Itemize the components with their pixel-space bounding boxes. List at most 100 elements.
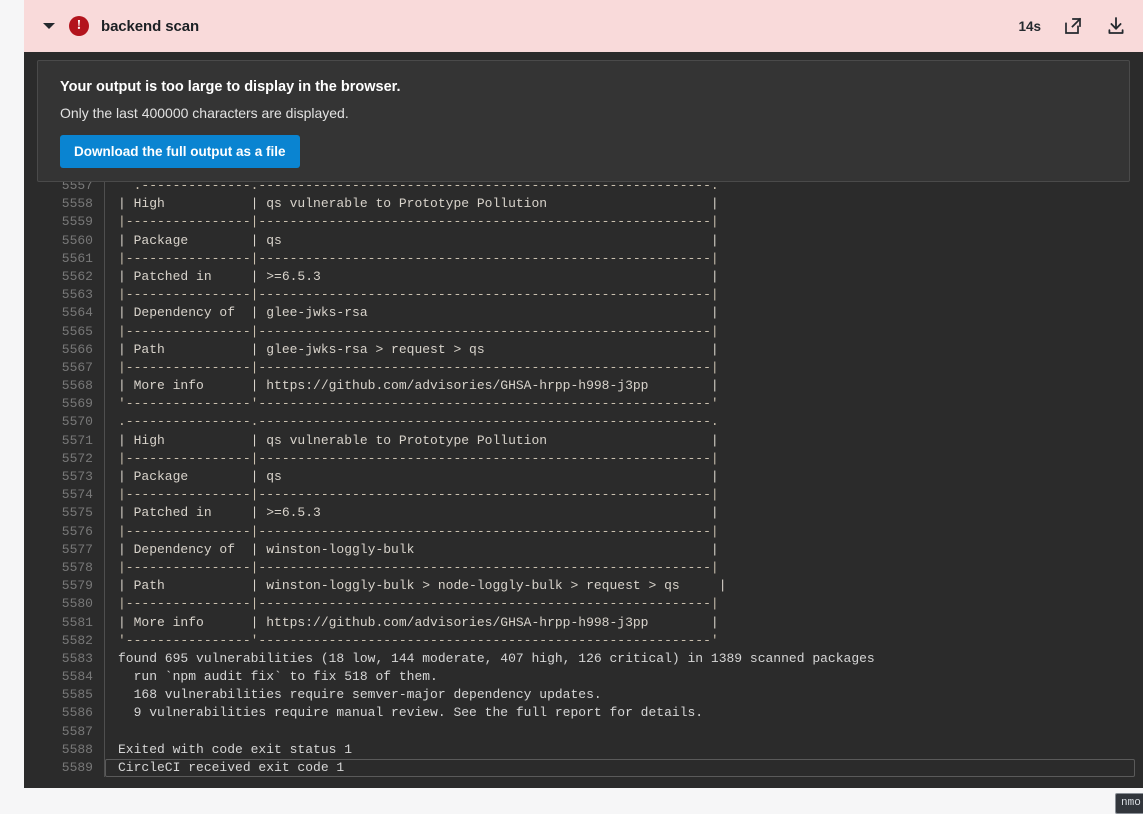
line-content: '----------------'----------------------… bbox=[118, 632, 719, 648]
line-number: 5576 bbox=[61, 523, 93, 539]
terminal-line: 5576 |----------------|------------------… bbox=[24, 522, 1143, 541]
terminal-line: 5567 |----------------|------------------… bbox=[24, 358, 1143, 378]
step-duration: 14s bbox=[1018, 18, 1041, 34]
status-tooltip: nmo bbox=[1115, 793, 1143, 814]
terminal-line: 5569 '----------------'------------------… bbox=[24, 395, 1143, 414]
line-number: 5562 bbox=[61, 268, 93, 284]
line-content: 168 vulnerabilities require semver-major… bbox=[118, 687, 602, 703]
line-number: 5571 bbox=[61, 432, 93, 448]
line-content: | Package | qs | bbox=[118, 232, 719, 248]
step-title: backend scan bbox=[101, 17, 200, 35]
line-number: 5564 bbox=[61, 305, 93, 321]
line-content: | Dependency of | glee-jwks-rsa | bbox=[118, 305, 719, 321]
terminal-line: 5586 9 vulnerabilities require manual re… bbox=[24, 704, 1143, 723]
download-full-output-button[interactable]: Download the full output as a file bbox=[60, 135, 300, 168]
terminal-line: 5571 | High | qs vulnerable to Prototype … bbox=[24, 431, 1143, 450]
line-number: 5589 bbox=[61, 760, 93, 775]
line-number: 5586 bbox=[61, 705, 93, 721]
line-number: 5575 bbox=[61, 505, 93, 521]
line-content: |----------------|----------------------… bbox=[118, 487, 719, 503]
terminal-line: 5577 | Dependency of | winston-loggly-bul… bbox=[24, 540, 1143, 559]
step-header-actions: 14s bbox=[1018, 15, 1127, 37]
terminal-line: 5580 |----------------|------------------… bbox=[24, 595, 1143, 614]
line-content: |----------------|----------------------… bbox=[118, 287, 719, 303]
line-number: 5579 bbox=[61, 578, 93, 594]
page-root: ! backend scan 14s Your output is too la… bbox=[0, 0, 1143, 814]
line-content: .--------------.------------------------… bbox=[118, 182, 719, 193]
terminal-line: 5559 |----------------|------------------… bbox=[24, 213, 1143, 232]
terminal-line: 5568 | More info | https://github.com/adv… bbox=[24, 377, 1143, 396]
line-content: Exited with code exit status 1 bbox=[118, 741, 353, 757]
line-number: 5581 bbox=[61, 614, 93, 630]
collapse-toggle-button[interactable] bbox=[38, 15, 60, 37]
terminal-line: 5584 run `npm audit fix` to fix 518 of t… bbox=[24, 668, 1143, 687]
line-content: |----------------|----------------------… bbox=[118, 323, 719, 339]
line-content: 9 vulnerabilities require manual review.… bbox=[118, 705, 704, 721]
terminal-line: 5560 | Package | qs | bbox=[24, 231, 1143, 250]
line-number: 5582 bbox=[61, 632, 93, 648]
line-number: 5580 bbox=[61, 596, 93, 612]
line-content: run `npm audit fix` to fix 518 of them. bbox=[118, 669, 438, 685]
terminal-line: 5587 bbox=[24, 722, 1143, 741]
line-number: 5587 bbox=[61, 723, 93, 739]
line-number: 5557 bbox=[61, 182, 93, 193]
terminal-line: 5565 |----------------|------------------… bbox=[24, 322, 1143, 341]
output-truncated-notice-area: Your output is too large to display in t… bbox=[24, 52, 1143, 182]
terminal-line: 5575 | Patched in | >=6.5.3 | bbox=[24, 504, 1143, 523]
line-number: 5558 bbox=[61, 196, 93, 212]
line-number: 5583 bbox=[61, 650, 93, 666]
terminal-line: 5572 |----------------|------------------… bbox=[24, 449, 1143, 468]
line-number: 5561 bbox=[61, 250, 93, 266]
line-content: | Dependency of | winston-loggly-bulk | bbox=[118, 541, 719, 557]
line-content: | Patched in | >=6.5.3 | bbox=[118, 505, 719, 521]
line-number: 5560 bbox=[61, 232, 93, 248]
chevron-down-icon bbox=[43, 23, 55, 29]
download-icon[interactable] bbox=[1105, 15, 1127, 37]
line-gutter-divider bbox=[104, 722, 105, 741]
line-content: | High | qs vulnerable to Prototype Poll… bbox=[118, 196, 719, 212]
notice-subtitle: Only the last 400000 characters are disp… bbox=[60, 105, 349, 121]
line-content: |----------------|----------------------… bbox=[118, 523, 719, 539]
terminal-line: 5557 .--------------.-------------------… bbox=[24, 182, 1143, 196]
terminal-line: 5566 | Path | glee-jwks-rsa > request > q… bbox=[24, 340, 1143, 359]
line-number: 5585 bbox=[61, 687, 93, 703]
terminal-line: 5579 | Path | winston-loggly-bulk > node-… bbox=[24, 577, 1143, 596]
line-content: |----------------|----------------------… bbox=[118, 250, 719, 266]
step-header[interactable]: ! backend scan 14s bbox=[24, 0, 1143, 52]
line-content: | High | qs vulnerable to Prototype Poll… bbox=[118, 432, 719, 448]
terminal-line: 5564 | Dependency of | glee-jwks-rsa | bbox=[24, 304, 1143, 323]
line-number: 5566 bbox=[61, 341, 93, 357]
notice-title: Your output is too large to display in t… bbox=[60, 79, 401, 95]
external-link-icon[interactable] bbox=[1062, 15, 1084, 37]
terminal-line: 5573 | Package | qs | bbox=[24, 468, 1143, 487]
terminal-line: 5578 |----------------|------------------… bbox=[24, 558, 1143, 578]
terminal-line: 5589 CircleCI received exit code 1 bbox=[24, 759, 1143, 778]
terminal-line: 5583 found 695 vulnerabilities (18 low, 1… bbox=[24, 649, 1143, 669]
terminal-line: 5582 '----------------'------------------… bbox=[24, 631, 1143, 650]
terminal-line: 5581 | More info | https://github.com/adv… bbox=[24, 613, 1143, 632]
terminal-line: 5561 |----------------|------------------… bbox=[24, 249, 1143, 268]
terminal-output[interactable]: 5557 .--------------.-------------------… bbox=[24, 182, 1143, 784]
line-number: 5567 bbox=[61, 359, 93, 375]
line-content: | Patched in | >=6.5.3 | bbox=[118, 268, 719, 284]
line-content: '----------------'----------------------… bbox=[118, 396, 719, 412]
terminal-line: 5588 Exited with code exit status 1 bbox=[24, 740, 1143, 759]
line-number: 5568 bbox=[61, 378, 93, 394]
terminal-line: 5562 | Patched in | >=6.5.3 | bbox=[24, 267, 1143, 287]
line-number: 5569 bbox=[61, 396, 93, 412]
line-content: | Package | qs | bbox=[118, 469, 719, 484]
line-content: | Path | glee-jwks-rsa > request > qs | bbox=[118, 341, 719, 357]
terminal-line: 5558 | High | qs vulnerable to Prototype … bbox=[24, 195, 1143, 214]
line-number: 5578 bbox=[61, 559, 93, 575]
line-content: found 695 vulnerabilities (18 low, 144 m… bbox=[118, 650, 875, 666]
line-content: |----------------|----------------------… bbox=[118, 450, 719, 466]
line-number: 5559 bbox=[61, 214, 93, 230]
line-content: |----------------|----------------------… bbox=[118, 359, 719, 375]
terminal-line-list: 5557 .--------------.-------------------… bbox=[24, 182, 1143, 778]
terminal-line: 5574 |----------------|------------------… bbox=[24, 486, 1143, 505]
line-number: 5577 bbox=[61, 541, 93, 557]
line-number: 5572 bbox=[61, 450, 93, 466]
line-number: 5588 bbox=[61, 741, 93, 757]
line-content: |----------------|----------------------… bbox=[118, 596, 719, 612]
line-content: CircleCI received exit code 1 bbox=[105, 759, 1135, 778]
